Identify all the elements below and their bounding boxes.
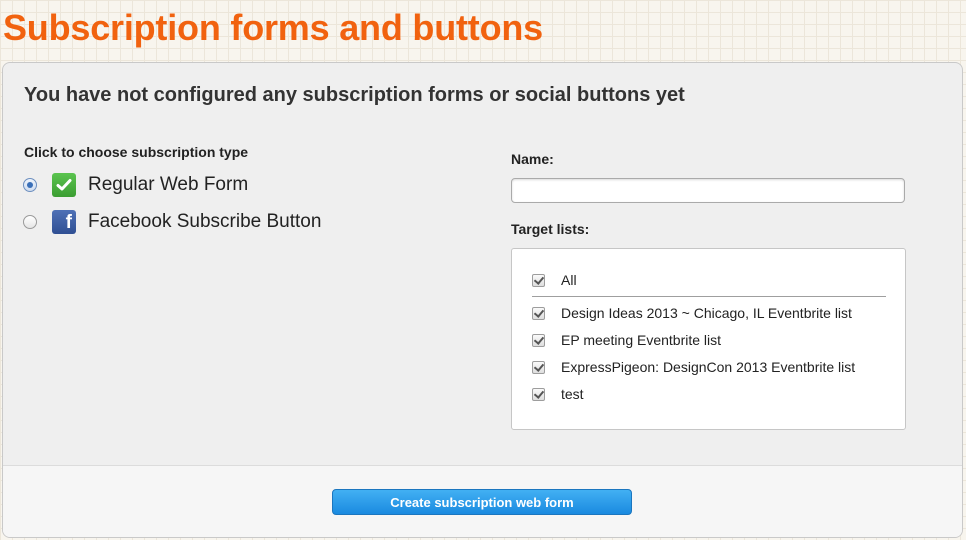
option-facebook-subscribe-button[interactable]: f Facebook Subscribe Button [23, 208, 321, 236]
list-item-label: Design Ideas 2013 ~ Chicago, IL Eventbri… [561, 305, 852, 321]
subscription-panel: You have not configured any subscription… [2, 62, 963, 538]
target-lists-label: Target lists: [511, 221, 590, 237]
facebook-subscribe-label: Facebook Subscribe Button [88, 211, 322, 232]
list-checkbox[interactable] [532, 306, 545, 320]
name-field-label: Name: [511, 151, 554, 167]
list-item-label: EP meeting Eventbrite list [561, 332, 722, 348]
list-item-label: ExpressPigeon: DesignCon 2013 Eventbrite… [561, 359, 856, 375]
list-checkbox[interactable] [532, 387, 545, 401]
list-item-label: test [561, 386, 584, 402]
facebook-icon: f [52, 210, 76, 234]
list-item[interactable]: test [532, 384, 584, 404]
regular-web-form-label: Regular Web Form [88, 174, 249, 195]
regular-web-form-radio[interactable] [23, 178, 37, 192]
option-regular-web-form[interactable]: Regular Web Form [23, 171, 248, 199]
list-item-all[interactable]: All [532, 270, 577, 290]
panel-heading: You have not configured any subscription… [24, 84, 685, 106]
list-checkbox[interactable] [532, 333, 545, 347]
list-checkbox[interactable] [532, 360, 545, 374]
green-check-icon [52, 173, 76, 197]
list-item[interactable]: ExpressPigeon: DesignCon 2013 Eventbrite… [532, 357, 855, 377]
target-lists-box: All Design Ideas 2013 ~ Chicago, IL Even… [511, 248, 906, 430]
subscription-type-label: Click to choose subscription type [24, 144, 249, 160]
all-lists-checkbox[interactable] [532, 273, 545, 287]
name-input[interactable] [511, 178, 905, 203]
list-divider [532, 296, 886, 297]
page-title: Subscription forms and buttons [3, 7, 543, 48]
list-item-label: All [561, 272, 577, 288]
list-item[interactable]: Design Ideas 2013 ~ Chicago, IL Eventbri… [532, 303, 852, 323]
create-subscription-web-form-button[interactable]: Create subscription web form [332, 489, 632, 515]
panel-footer: Create subscription web form [3, 465, 962, 537]
facebook-subscribe-radio[interactable] [23, 215, 37, 229]
list-item[interactable]: EP meeting Eventbrite list [532, 330, 721, 350]
